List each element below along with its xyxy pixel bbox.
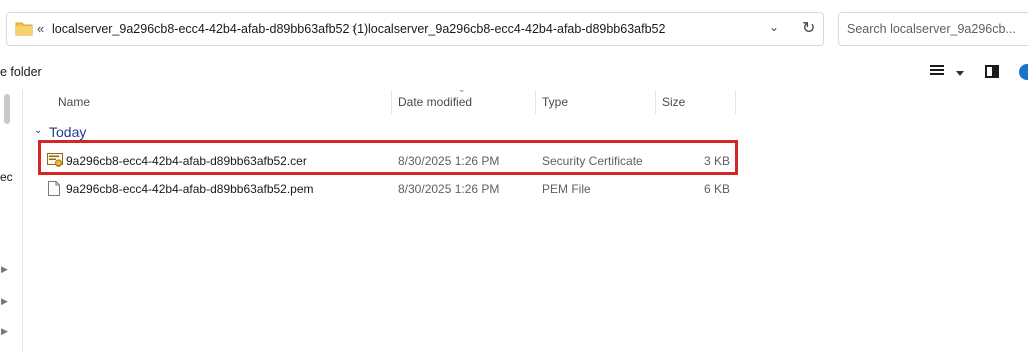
folder-icon	[15, 22, 33, 36]
file-type[interactable]: Security Certificate	[542, 154, 643, 168]
search-input[interactable]: Search localserver_9a296cb...	[847, 22, 1016, 36]
column-header-size[interactable]: Size	[662, 95, 685, 109]
file-date-modified[interactable]: 8/30/2025 1:26 PM	[398, 182, 499, 196]
refresh-icon[interactable]: ↻	[802, 18, 815, 38]
group-label-today[interactable]: Today	[49, 124, 86, 140]
navigation-pane[interactable]: ec ▶ ▶ ▶	[0, 90, 23, 352]
nav-scrollbar[interactable]	[4, 94, 10, 124]
chevron-right-icon[interactable]: ▶	[1, 296, 8, 307]
chevron-down-icon[interactable]: ⌄	[769, 20, 779, 34]
column-divider[interactable]	[535, 90, 536, 114]
file-type[interactable]: PEM File	[542, 182, 591, 196]
file-size[interactable]: 6 KB	[704, 182, 730, 196]
view-layout-icon[interactable]	[930, 64, 946, 78]
nav-item-label[interactable]: ec	[0, 170, 13, 184]
column-header-name[interactable]: Name	[58, 95, 90, 109]
new-folder-button-label[interactable]: e folder	[0, 65, 42, 79]
breadcrumb-current-folder[interactable]: localserver_9a296cb8-ecc4-42b4-afab-d89b…	[368, 22, 665, 36]
file-size[interactable]: 3 KB	[704, 154, 730, 168]
column-divider[interactable]	[655, 90, 656, 114]
column-header-type[interactable]: Type	[542, 95, 568, 109]
view-dropdown-icon[interactable]	[956, 71, 964, 76]
column-divider[interactable]	[391, 90, 392, 114]
column-header-date-modified[interactable]: Date modified	[398, 95, 472, 109]
breadcrumb-parent-folder[interactable]: localserver_9a296cb8-ecc4-42b4-afab-d89b…	[52, 22, 368, 36]
sort-indicator-icon: ⌄	[458, 84, 466, 94]
chevron-right-icon[interactable]: ▶	[1, 264, 8, 275]
search-box[interactable]: Search localserver_9a296cb...	[838, 12, 1028, 46]
address-bar[interactable]: « localserver_9a296cb8-ecc4-42b4-afab-d8…	[6, 12, 824, 46]
file-name[interactable]: 9a296cb8-ecc4-42b4-afab-d89bb63afb52.pem	[66, 182, 314, 196]
group-collapse-icon[interactable]: ⌄	[34, 125, 42, 136]
help-icon[interactable]	[1019, 64, 1028, 80]
file-name[interactable]: 9a296cb8-ecc4-42b4-afab-d89bb63afb52.cer	[66, 154, 307, 168]
details-pane-icon[interactable]	[985, 65, 999, 78]
certificate-icon	[47, 153, 63, 167]
file-date-modified[interactable]: 8/30/2025 1:26 PM	[398, 154, 499, 168]
column-divider[interactable]	[735, 90, 736, 114]
breadcrumb-overflow-icon[interactable]: «	[37, 21, 44, 36]
chevron-right-icon[interactable]: ▶	[1, 326, 8, 337]
breadcrumb-separator-icon[interactable]: ›	[352, 20, 356, 35]
document-icon	[48, 181, 60, 196]
